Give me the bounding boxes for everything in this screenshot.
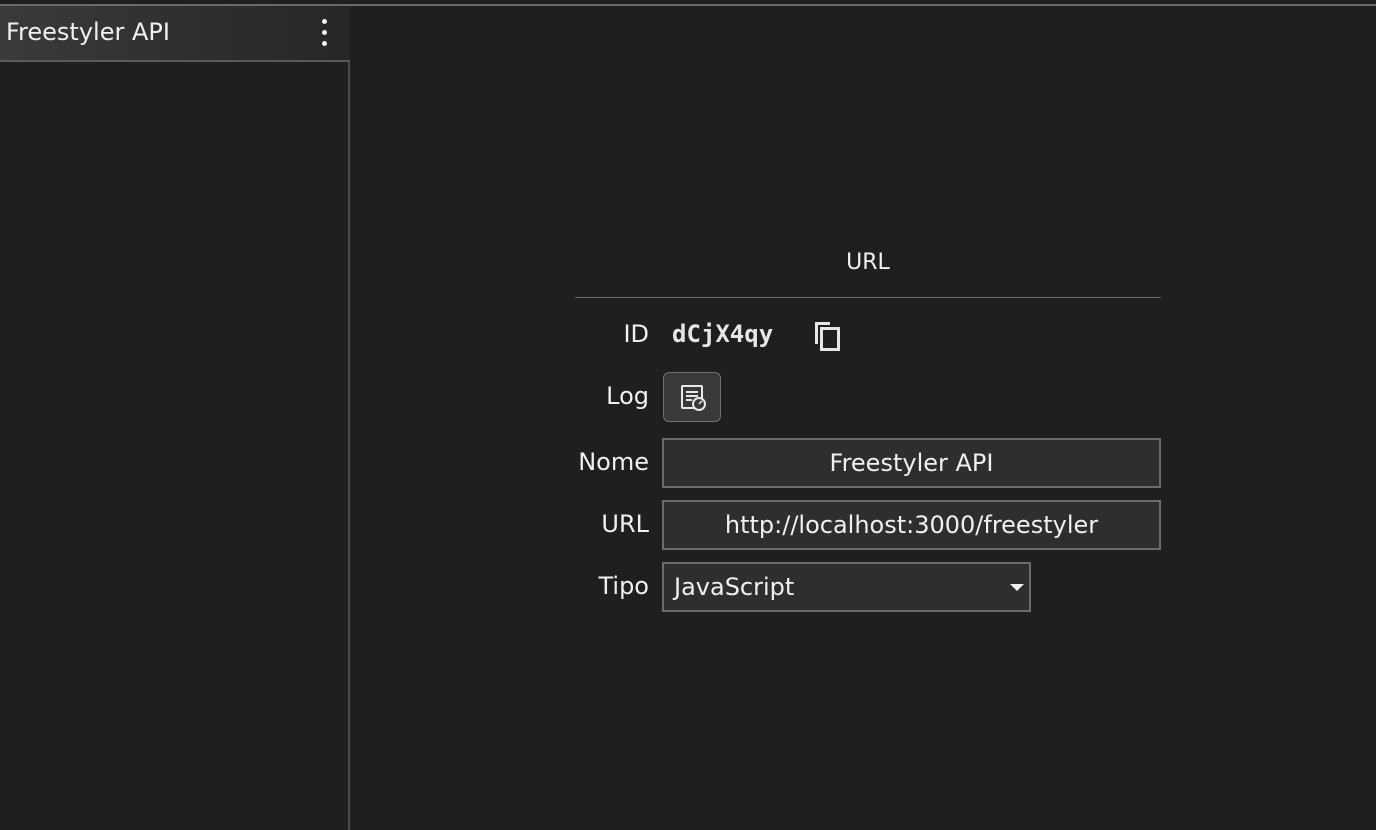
log-button[interactable] [663, 372, 721, 422]
sidebar-panel [0, 62, 350, 830]
copy-icon[interactable] [812, 320, 842, 352]
log-label: Log [606, 382, 649, 410]
sidebar-title: Freestyler API [6, 18, 170, 46]
chevron-down-icon [1010, 584, 1024, 591]
sidebar-header: Freestyler API [0, 6, 350, 62]
section-title: URL [846, 250, 890, 275]
section-divider [575, 297, 1161, 298]
id-label: ID [623, 320, 649, 348]
type-select-value: JavaScript [674, 573, 795, 601]
id-value: dCjX4qy [672, 320, 774, 348]
log-document-icon [681, 385, 706, 411]
type-select[interactable]: JavaScript [662, 562, 1031, 612]
type-label: Tipo [598, 572, 649, 600]
name-field[interactable] [662, 438, 1161, 488]
url-label: URL [601, 510, 649, 538]
kebab-menu-icon[interactable] [314, 16, 334, 50]
url-field[interactable] [662, 500, 1161, 550]
name-label: Nome [578, 448, 649, 476]
